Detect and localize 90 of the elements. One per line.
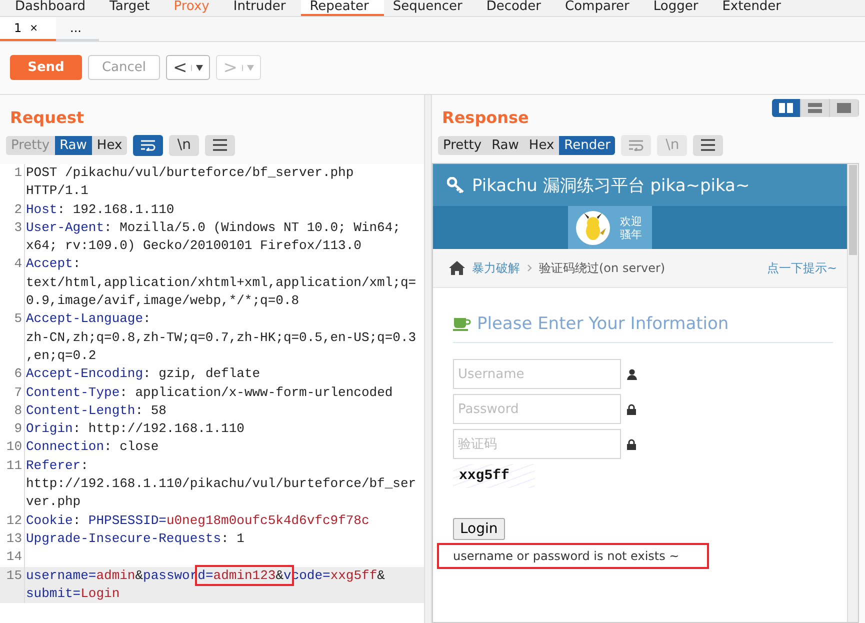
line-number: 11: [5, 456, 23, 475]
close-icon[interactable]: ×: [30, 22, 38, 34]
user-icon: [627, 368, 637, 380]
line-number: 13: [5, 530, 23, 548]
caret-icon: [196, 64, 204, 70]
layout-button[interactable]: [830, 99, 859, 117]
code-line: User-Agent: Mozilla/5.0 (Windows NT 10.0; Win64;: [24, 218, 400, 238]
lock-icon: [627, 438, 636, 450]
highlight-box: d=admin123&v: [198, 568, 292, 583]
code-line: Accept:: [24, 255, 81, 274]
layout-button[interactable]: [772, 99, 801, 117]
error-message: username or password is not exists ~: [437, 543, 709, 569]
code-line: ver.php: [24, 493, 81, 512]
line-number: 9: [13, 420, 23, 438]
caret-icon: [246, 64, 254, 70]
main-tab[interactable]: Dashboard: [6, 0, 101, 16]
code-line: Upgrade-Insecure-Requests: 1: [24, 530, 244, 548]
back-button[interactable]: <: [166, 55, 210, 80]
code-line: Referer:: [24, 456, 88, 476]
main-tab[interactable]: Extender: [713, 0, 796, 16]
panel-title: Response: [442, 107, 529, 127]
code-line: Content-Type: application/x-www-form-urlencoded: [24, 384, 393, 402]
line-number: 1: [13, 164, 23, 182]
menu-icon: [700, 139, 716, 151]
code-line: Content-Length: 58: [24, 402, 166, 420]
panel-title: Request: [10, 107, 84, 127]
input-field[interactable]: 验证码: [453, 429, 621, 459]
menu-button[interactable]: [205, 134, 236, 156]
view-tab[interactable]: Render: [559, 136, 616, 154]
captcha-image: xxg5ff: [453, 464, 535, 488]
menu-button[interactable]: [693, 134, 724, 156]
code-line: 0.9,image/avif,image/webp,*/*;q=0.8: [24, 292, 300, 310]
lock-icon: [627, 404, 636, 414]
line-number: 4: [13, 255, 23, 274]
wrap-icon: [628, 139, 644, 151]
code-line: Cookie: PHPSESSID=u0neg18m0oufc5k4d6vfc9f78c: [24, 512, 370, 530]
line-number: 8: [13, 402, 23, 420]
input-field[interactable]: Password: [453, 394, 621, 424]
layout-button[interactable]: [801, 99, 830, 117]
main-tab[interactable]: Target: [100, 0, 165, 16]
code-line: ,en;q=0.2: [24, 346, 96, 366]
wrap-icon: [140, 139, 156, 151]
code-line: Connection: close: [24, 438, 159, 457]
welcome-text: 欢迎 骚年: [620, 214, 642, 240]
main-tab[interactable]: Logger: [644, 0, 714, 16]
view-tab[interactable]: Raw: [54, 136, 92, 154]
main-tab[interactable]: Intruder: [224, 0, 301, 16]
line-number: 6: [13, 365, 23, 384]
request-tab[interactable]: 1 ×: [0, 17, 56, 41]
chevron-icon: [527, 264, 532, 272]
line-number: 2: [13, 200, 23, 219]
main-tab[interactable]: Sequencer: [384, 0, 478, 16]
menu-icon: [212, 139, 228, 151]
columns-icon: [779, 103, 793, 113]
login-button[interactable]: Login: [453, 518, 505, 540]
rows-icon: [808, 103, 822, 113]
line-number: 3: [13, 218, 23, 237]
line-number: 12: [5, 512, 23, 530]
code-line: Origin: http://192.168.1.110: [24, 420, 244, 438]
form-title: Please Enter Your Information: [477, 314, 729, 334]
code-line: Accept-Language:: [24, 310, 151, 329]
cup-icon: [453, 317, 471, 331]
newline-button[interactable]: \n: [169, 134, 200, 156]
code-line: Host: 192.168.1.110: [24, 200, 174, 219]
code-line: http://192.168.1.110/pikachu/vul/burteforce/bf_ser: [24, 475, 416, 494]
single-pane-icon: [837, 103, 851, 113]
scrollbar-thumb[interactable]: [849, 165, 857, 255]
line-number: 14: [5, 548, 23, 566]
code-line: Accept-Encoding: gzip, deflate: [24, 365, 260, 384]
code-line: zh-CN,zh;q=0.8,zh-TW;q=0.7,zh-HK;q=0.5,en-US;q=0.3: [24, 328, 416, 347]
code-line: x64; rv:109.0) Gecko/20100101 Firefox/113.0: [24, 237, 362, 256]
code-line: text/html,application/xhtml+xml,application/xml;q=: [24, 274, 416, 292]
code-line: submit=Login: [24, 584, 120, 604]
scrollbar[interactable]: [847, 164, 858, 622]
site-title: Pikachu 漏洞练习平台 pika~pika~: [472, 174, 750, 196]
line-number: 7: [13, 384, 23, 402]
code-line: POST /pikachu/vul/burteforce/bf_server.php: [24, 164, 354, 182]
main-tab[interactable]: Comparer: [556, 0, 644, 16]
home-icon: [449, 261, 465, 275]
code-line: HTTP/1.1: [24, 182, 88, 201]
input-field[interactable]: Username: [453, 359, 621, 389]
breadcrumb-current: 验证码绕过(on server): [539, 260, 666, 276]
key-icon: [447, 177, 465, 193]
line-number: 10: [5, 438, 23, 456]
request-editor[interactable]: [0, 164, 424, 623]
line-number: 5: [13, 310, 23, 328]
line-number: 15: [5, 566, 23, 585]
main-tab[interactable]: Repeater: [300, 0, 384, 16]
wrap-button[interactable]: [133, 134, 164, 156]
main-tab[interactable]: Decoder: [477, 0, 556, 16]
